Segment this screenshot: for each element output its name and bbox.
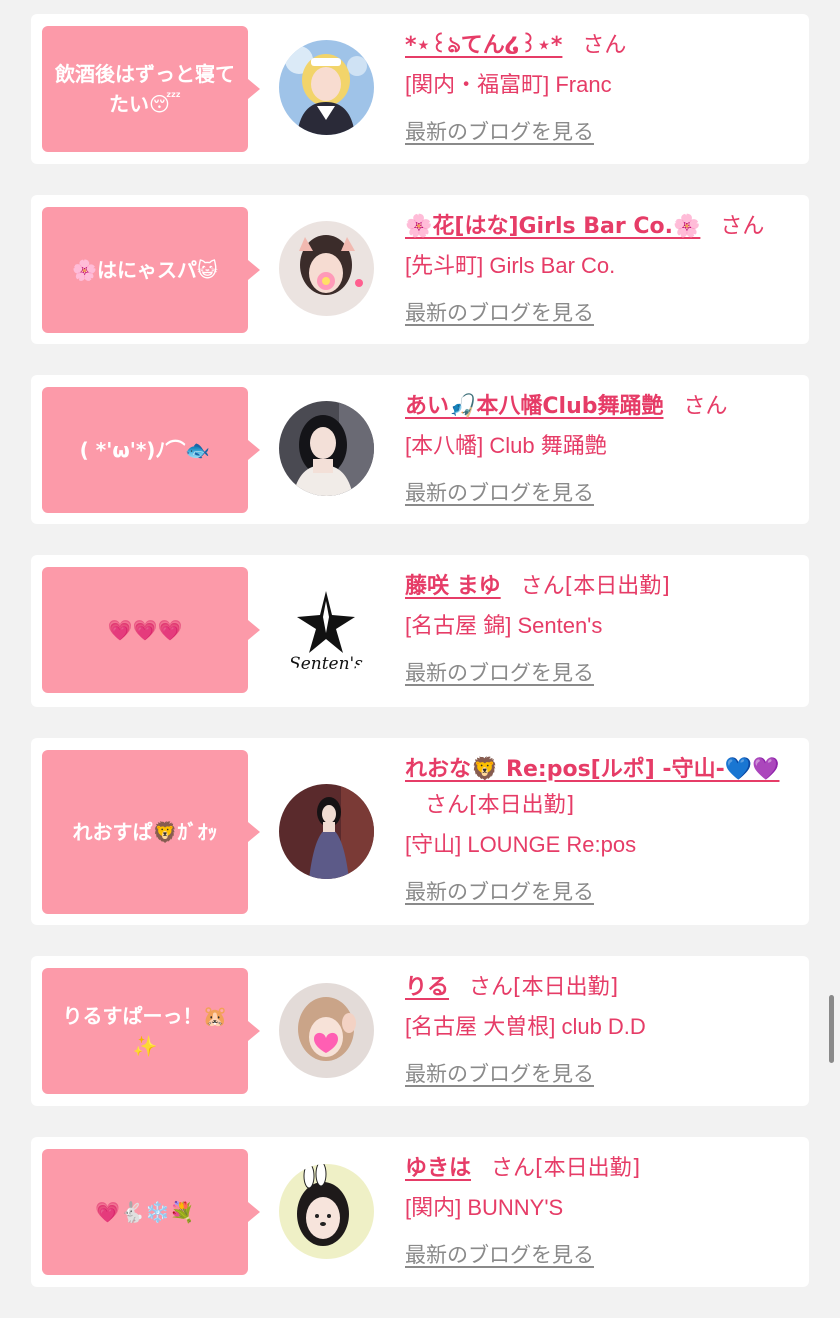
latest-blog-link[interactable]: 最新のブログを見る: [405, 297, 594, 327]
shop-label: [本八幡] Club 舞踊艶: [405, 433, 607, 458]
cast-card: 飲酒後はずっと寝てたい😴 *⋆꒰ঌてん໒꒱⋆* さん [関内・福富町] Franc…: [31, 14, 809, 164]
scrollbar-thumb[interactable]: [829, 995, 834, 1063]
message-bubble: 💗💗💗: [42, 567, 260, 693]
latest-blog-link[interactable]: 最新のブログを見る: [405, 1058, 594, 1088]
message-bubble: れおすぱ🦁ｶﾞｵｯ: [42, 750, 260, 914]
cast-name-link[interactable]: れおな🦁 Re:pos[ルポ] -守山-💙💜: [405, 757, 779, 782]
honorific-label: さん: [582, 33, 627, 58]
avatar-dark-hair[interactable]: [279, 401, 374, 496]
cast-name-link[interactable]: 🌸花[はな]Girls Bar Co.🌸: [405, 214, 700, 239]
latest-blog-link[interactable]: 最新のブログを見る: [405, 1239, 594, 1269]
latest-blog-link[interactable]: 最新のブログを見る: [405, 876, 594, 906]
cast-blog-feed: 飲酒後はずっと寝てたい😴 *⋆꒰ঌてん໒꒱⋆* さん [関内・福富町] Franc…: [31, 14, 809, 1318]
cast-card: れおすぱ🦁ｶﾞｵｯ れおな🦁 Re:pos[ルポ] -守山-💙💜 さん[本日出勤]…: [31, 738, 809, 925]
cast-name-link[interactable]: あい🎣本八幡Club舞踊艶: [405, 394, 664, 419]
work-status: [本日出勤]: [513, 975, 619, 1000]
cast-name-link[interactable]: *⋆꒰ঌてん໒꒱⋆*: [405, 33, 562, 58]
cast-name-link[interactable]: ゆきは: [405, 1156, 471, 1181]
honorific-label: さん: [425, 793, 470, 818]
cast-name-link[interactable]: 藤咲 まゆ: [405, 574, 501, 599]
work-status: [本日出勤]: [469, 793, 575, 818]
honorific-label: さん: [720, 214, 765, 239]
shop-label: [名古屋 大曽根] club D.D: [405, 1014, 646, 1039]
message-bubble: 🌸はにゃスパ😺: [42, 207, 260, 333]
cast-card: 💗💗💗 Senten's 藤咲 まゆ さん[本日出勤] [名古屋 錦] Sente…: [31, 555, 809, 707]
logo-text: Senten's: [289, 654, 363, 674]
cast-card: 🌸はにゃスパ😺 🌸花[はな]Girls Bar Co.🌸 さん [先斗町] Gir…: [31, 195, 809, 344]
cast-info: 藤咲 まゆ さん[本日出勤] [名古屋 錦] Senten's 最新のブログを見る: [405, 569, 801, 687]
cast-name-link[interactable]: りる: [405, 975, 449, 1000]
shop-label: [先斗町] Girls Bar Co.: [405, 253, 616, 278]
message-bubble: 飲酒後はずっと寝てたい😴: [42, 26, 260, 152]
message-bubble: 💗🐇❄️💐: [42, 1149, 260, 1275]
avatar-heart-sticker[interactable]: [279, 983, 374, 1078]
latest-blog-link[interactable]: 最新のブログを見る: [405, 477, 594, 507]
avatar-dress[interactable]: [279, 784, 374, 879]
honorific-label: さん: [520, 574, 565, 599]
cast-info: りる さん[本日出勤] [名古屋 大曽根] club D.D 最新のブログを見る: [405, 970, 801, 1088]
cast-info: ゆきは さん[本日出勤] [関内] BUNNY'S 最新のブログを見る: [405, 1151, 801, 1269]
cast-info: あい🎣本八幡Club舞踊艶 さん [本八幡] Club 舞踊艶 最新のブログを見る: [405, 389, 801, 507]
honorific-label: さん: [683, 394, 728, 419]
cast-card: りるすぱーっ！🐹✨ りる さん[本日出勤] [名古屋 大曽根] club D.D …: [31, 956, 809, 1106]
message-bubble: ( *'ω'*)ﾉ⌒🐟: [42, 387, 260, 513]
latest-blog-link[interactable]: 最新のブログを見る: [405, 116, 594, 146]
shop-label: [関内] BUNNY'S: [405, 1195, 564, 1220]
avatar-bunny-ears[interactable]: [279, 1164, 374, 1259]
message-bubble: りるすぱーっ！🐹✨: [42, 968, 260, 1094]
shop-label: [守山] LOUNGE Re:pos: [405, 832, 637, 857]
avatar-flower-sticker[interactable]: [279, 221, 374, 316]
latest-blog-link[interactable]: 最新のブログを見る: [405, 657, 594, 687]
honorific-label: さん: [469, 975, 514, 1000]
work-status: [本日出勤]: [535, 1156, 641, 1181]
cast-card: ( *'ω'*)ﾉ⌒🐟 あい🎣本八幡Club舞踊艶 さん [本八幡] Club 舞…: [31, 375, 809, 524]
shop-label: [関内・福富町] Franc: [405, 72, 612, 97]
avatar-maid-blonde[interactable]: [279, 40, 374, 135]
honorific-label: さん: [491, 1156, 536, 1181]
shop-label: [名古屋 錦] Senten's: [405, 613, 603, 638]
cast-info: 🌸花[はな]Girls Bar Co.🌸 さん [先斗町] Girls Bar C…: [405, 209, 801, 327]
work-status: [本日出勤]: [564, 574, 670, 599]
cast-info: *⋆꒰ঌてん໒꒱⋆* さん [関内・福富町] Franc 最新のブログを見る: [405, 28, 801, 146]
cast-info: れおな🦁 Re:pos[ルポ] -守山-💙💜 さん[本日出勤] [守山] LOUN…: [405, 752, 801, 906]
avatar-star-logo[interactable]: Senten's: [279, 583, 374, 678]
cast-card: 💗🐇❄️💐 ゆきは さん[本日出勤] [関内] BUNNY'S 最新のブログを見る: [31, 1137, 809, 1287]
